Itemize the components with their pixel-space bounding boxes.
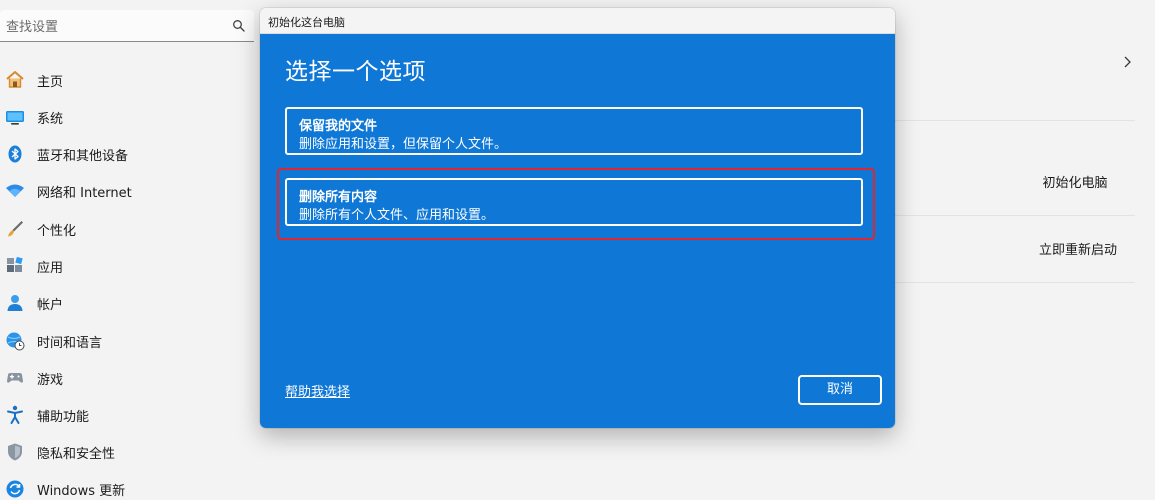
paintbrush-icon (8, 221, 23, 237)
option-title: 删除所有内容 (299, 190, 378, 205)
globe-clock-icon (6, 332, 25, 351)
search-input[interactable] (6, 17, 216, 37)
sidebar-item-label: Windows 更新 (37, 484, 126, 499)
dialog-body: 选择一个选项 保留我的文件 删除应用和设置，但保留个人文件。 删除所有内容 删除… (260, 34, 895, 428)
sidebar-item-label: 蓝牙和其他设备 (37, 149, 129, 164)
accessibility-icon (7, 405, 23, 424)
option-description: 删除所有个人文件、应用和设置。 (299, 208, 495, 223)
sidebar-item-accessibility[interactable]: 辅助功能 (0, 398, 250, 432)
sidebar-item-label: 应用 (37, 261, 64, 276)
sidebar-item-windows-update[interactable]: Windows 更新 (0, 472, 250, 500)
sidebar-item-gaming[interactable]: 游戏 (0, 361, 250, 395)
chevron-right-icon[interactable] (1121, 55, 1133, 69)
settings-sidebar: 主页 系统 蓝牙和其他设备 网络和 Internet 个性化 (0, 0, 262, 500)
dialog-heading: 选择一个选项 (285, 59, 426, 85)
home-icon (6, 71, 24, 88)
sidebar-item-label: 帐户 (37, 298, 64, 313)
reset-pc-button[interactable]: 初始化电脑 (1025, 172, 1125, 196)
sidebar-item-apps[interactable]: 应用 (0, 249, 250, 283)
user-icon (7, 295, 23, 311)
option-title: 保留我的文件 (299, 119, 378, 134)
divider (895, 215, 1135, 216)
sidebar-item-accounts[interactable]: 帐户 (0, 286, 250, 320)
divider (895, 282, 1135, 283)
sidebar-item-personalization[interactable]: 个性化 (0, 212, 250, 246)
sidebar-item-label: 游戏 (37, 373, 64, 388)
shield-icon (8, 443, 22, 461)
wifi-icon (6, 184, 24, 197)
sidebar-item-label: 网络和 Internet (37, 186, 132, 201)
sidebar-item-privacy-security[interactable]: 隐私和安全性 (0, 435, 250, 469)
search-box[interactable] (0, 10, 254, 42)
keep-my-files-option[interactable]: 保留我的文件 删除应用和设置，但保留个人文件。 (285, 107, 863, 155)
sidebar-item-system[interactable]: 系统 (0, 100, 250, 134)
sidebar-item-label: 系统 (37, 112, 64, 127)
restart-now-button[interactable]: 立即重新启动 (1023, 239, 1133, 263)
sidebar-item-label: 个性化 (37, 224, 77, 239)
sidebar-item-label: 时间和语言 (37, 336, 103, 351)
sidebar-item-label: 隐私和安全性 (37, 447, 116, 462)
help-me-choose-link[interactable]: 帮助我选择 (285, 381, 350, 400)
sidebar-item-network[interactable]: 网络和 Internet (0, 174, 250, 208)
update-icon (6, 480, 24, 498)
apps-icon (7, 256, 23, 272)
cancel-button[interactable]: 取消 (798, 375, 882, 405)
recovery-settings-panel: 初始化电脑 立即重新启动 (895, 0, 1155, 500)
monitor-icon (6, 111, 24, 125)
divider (895, 120, 1135, 121)
dialog-titlebar[interactable]: 初始化这台电脑 (260, 8, 895, 34)
remove-everything-option[interactable]: 删除所有内容 删除所有个人文件、应用和设置。 (285, 178, 863, 226)
dialog-title: 初始化这台电脑 (268, 16, 345, 29)
sidebar-item-label: 辅助功能 (37, 410, 90, 425)
bluetooth-icon (8, 145, 22, 163)
sidebar-item-time-language[interactable]: 时间和语言 (0, 324, 250, 358)
option-description: 删除应用和设置，但保留个人文件。 (299, 137, 508, 152)
sidebar-item-label: 主页 (37, 75, 64, 90)
search-icon[interactable] (232, 19, 246, 33)
reset-pc-dialog: 初始化这台电脑 选择一个选项 保留我的文件 删除应用和设置，但保留个人文件。 删… (260, 8, 895, 428)
sidebar-item-home[interactable]: 主页 (0, 63, 250, 97)
sidebar-item-bluetooth[interactable]: 蓝牙和其他设备 (0, 137, 250, 171)
gamepad-icon (7, 373, 23, 383)
